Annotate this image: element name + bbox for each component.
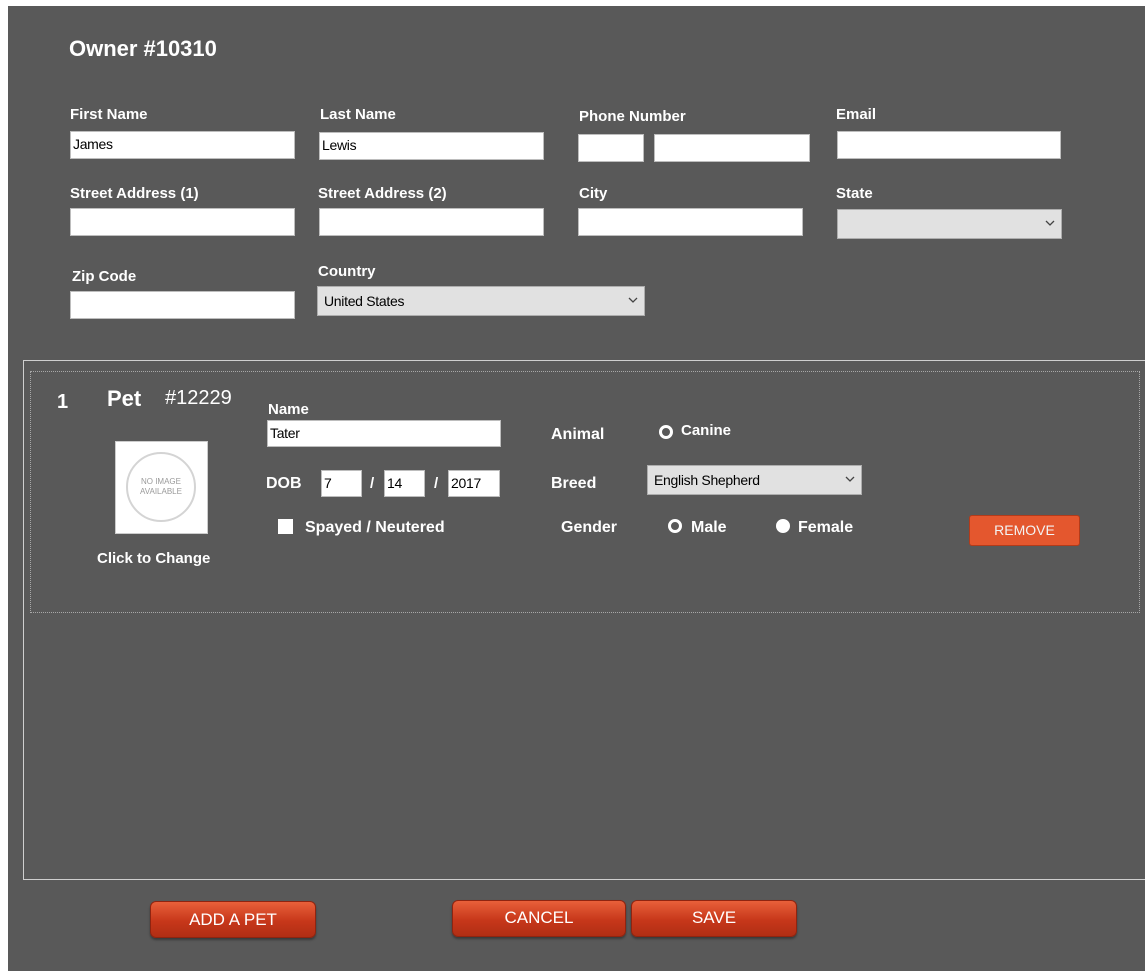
- canine-label[interactable]: Canine: [681, 422, 731, 439]
- add-pet-button[interactable]: ADD A PET: [150, 901, 316, 938]
- state-label: State: [836, 185, 873, 202]
- phone-area-input[interactable]: [578, 134, 644, 162]
- pets-panel: 1 Pet #12229 NO IMAGE AVAILABLE Click to…: [23, 360, 1145, 880]
- remove-pet-button[interactable]: REMOVE: [969, 515, 1080, 546]
- chevron-down-icon: [628, 297, 638, 303]
- street-address-1-input[interactable]: [70, 208, 295, 236]
- pet-number: #12229: [165, 387, 232, 409]
- country-select[interactable]: United States: [317, 286, 645, 316]
- city-input[interactable]: [578, 208, 803, 236]
- animal-label: Animal: [551, 426, 605, 443]
- spayed-neutered-label: Spayed / Neutered: [305, 519, 445, 536]
- dob-day-input[interactable]: 14: [384, 470, 425, 497]
- chevron-down-icon: [1045, 220, 1055, 226]
- chevron-down-icon: [845, 476, 855, 482]
- female-radio[interactable]: [776, 519, 790, 533]
- state-select[interactable]: [837, 209, 1062, 239]
- country-select-value: United States: [324, 293, 405, 309]
- dob-label: DOB: [266, 475, 302, 492]
- dob-year-input[interactable]: 2017: [448, 470, 500, 497]
- breed-label: Breed: [551, 475, 597, 492]
- owner-form-window: Owner #10310 First Name Last Name Phone N…: [8, 6, 1145, 971]
- male-label[interactable]: Male: [691, 519, 727, 537]
- street-address-2-input[interactable]: [319, 208, 544, 236]
- city-label: City: [579, 185, 608, 202]
- change-image-link[interactable]: Click to Change: [97, 550, 210, 567]
- pet-title: Pet: [107, 386, 142, 411]
- last-name-label: Last Name: [320, 106, 396, 123]
- first-name-input[interactable]: James: [70, 131, 295, 159]
- dob-separator: /: [434, 475, 439, 492]
- dob-separator: /: [370, 475, 375, 492]
- pet-name-input[interactable]: Tater: [267, 420, 501, 447]
- pet-name-label: Name: [268, 401, 309, 418]
- first-name-label: First Name: [70, 106, 148, 123]
- pet-index: 1: [57, 391, 69, 413]
- save-button[interactable]: SAVE: [631, 900, 797, 937]
- breed-select[interactable]: English Shepherd: [647, 465, 862, 495]
- country-label: Country: [318, 263, 376, 280]
- pet-card: 1 Pet #12229 NO IMAGE AVAILABLE Click to…: [30, 371, 1140, 613]
- owner-title-text: Owner: [69, 36, 138, 61]
- zip-code-input[interactable]: [70, 291, 295, 319]
- street-address-1-label: Street Address (1): [70, 185, 199, 202]
- spayed-neutered-checkbox[interactable]: [278, 519, 293, 534]
- phone-number-label: Phone Number: [579, 108, 686, 125]
- owner-number: #10310: [143, 36, 217, 61]
- no-image-text: NO IMAGE AVAILABLE: [140, 477, 182, 496]
- breed-select-value: English Shepherd: [654, 472, 760, 488]
- canine-radio[interactable]: [659, 425, 673, 439]
- street-address-2-label: Street Address (2): [318, 185, 447, 202]
- female-label[interactable]: Female: [798, 519, 853, 537]
- dob-month-input[interactable]: 7: [321, 470, 362, 497]
- no-image-placeholder: NO IMAGE AVAILABLE: [126, 452, 196, 522]
- gender-label: Gender: [561, 519, 618, 536]
- owner-title: Owner #10310: [69, 36, 217, 62]
- email-input[interactable]: [837, 131, 1061, 159]
- cancel-button[interactable]: CANCEL: [452, 900, 626, 937]
- male-radio[interactable]: [668, 519, 682, 533]
- pet-image[interactable]: NO IMAGE AVAILABLE: [115, 441, 208, 534]
- email-label: Email: [836, 106, 877, 123]
- zip-code-label: Zip Code: [72, 268, 137, 285]
- last-name-input[interactable]: Lewis: [319, 132, 544, 160]
- phone-number-input[interactable]: [654, 134, 810, 162]
